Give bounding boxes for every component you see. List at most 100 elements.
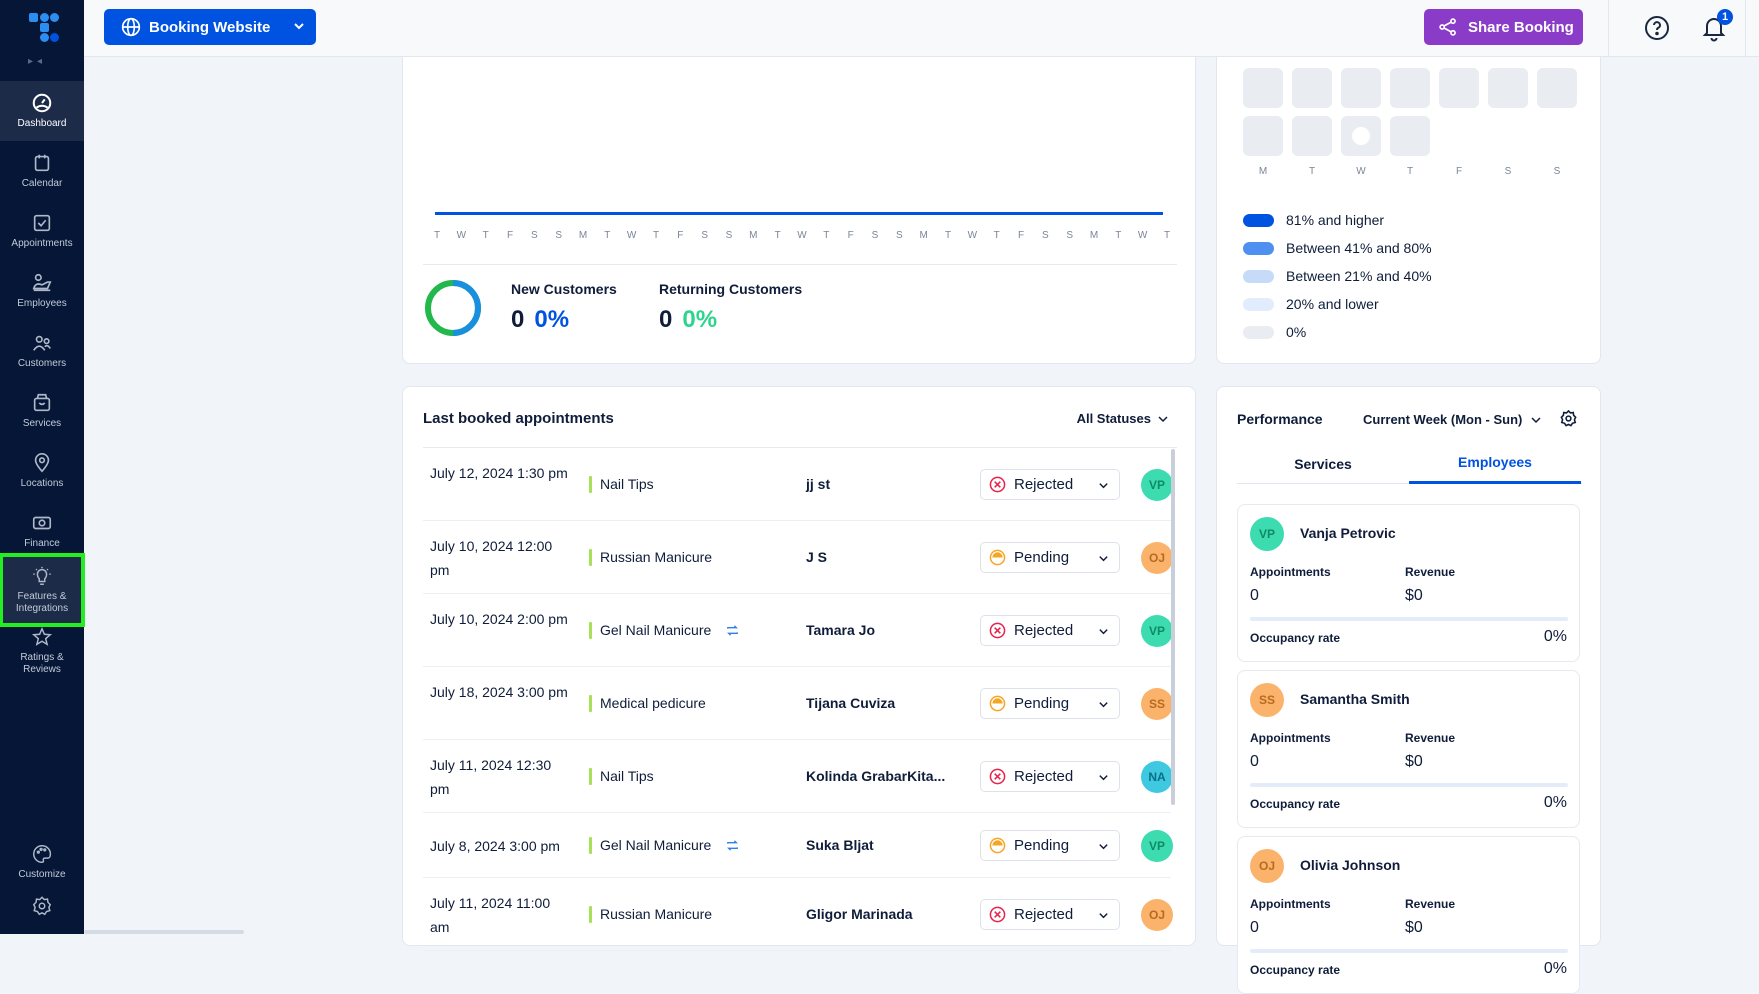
employee-performance-card[interactable]: VP Vanja Petrovic Appointments Revenue 0 $0 Oc…: [1237, 504, 1580, 662]
status-dropdown[interactable]: Pending: [980, 541, 1120, 573]
collapse-sidebar-icon[interactable]: ▸◂: [28, 56, 46, 67]
period-dropdown[interactable]: Current Week (Mon - Sun): [1363, 412, 1542, 427]
heatmap-cell[interactable]: [1390, 68, 1430, 108]
chevron-down-icon: [1158, 415, 1168, 422]
horizontal-scrollbar[interactable]: [84, 930, 244, 934]
rejected-status-icon: [989, 622, 1006, 638]
appointment-service: Nail Tips: [589, 767, 654, 785]
heatmap-day-label: T: [1406, 166, 1414, 177]
appointment-date: July 11, 2024 11:00 am: [430, 894, 551, 935]
heatmap-cell[interactable]: [1292, 116, 1332, 156]
status-dropdown[interactable]: Rejected: [980, 760, 1120, 792]
sidebar-item-ratings-reviews[interactable]: Ratings & Reviews: [0, 620, 84, 682]
appointment-row[interactable]: July 10, 2024 2:00 pm Gel Nail Manicure Ta…: [423, 594, 1173, 667]
appointment-customer: Suka Bljat: [806, 836, 874, 853]
share-booking-button[interactable]: Share Booking: [1424, 9, 1583, 45]
sidebar-item-finance[interactable]: Finance: [0, 501, 84, 561]
performance-card: Performance Current Week (Mon - Sun) Ser…: [1216, 386, 1601, 994]
appointment-row[interactable]: July 12, 2024 1:30 pm Nail Tips jj st Rejec…: [423, 448, 1173, 521]
chevron-down-icon: [1099, 555, 1108, 561]
status-dropdown[interactable]: Rejected: [980, 614, 1120, 646]
appointment-row[interactable]: July 10, 2024 12:00 pm Russian Manicure J …: [423, 521, 1173, 594]
status-label: Pending: [1014, 694, 1070, 712]
finance-icon: [32, 516, 52, 530]
recurring-icon: [727, 624, 739, 636]
employee-avatar: VP: [1141, 829, 1173, 862]
status-dropdown[interactable]: Pending: [980, 829, 1120, 861]
status-filter-dropdown[interactable]: All Statuses: [1077, 411, 1169, 426]
chart-x-tick-label: M: [749, 230, 758, 241]
returning-customers-percent: 0%: [682, 306, 718, 333]
new-customers-stat: New Customers 0 0%: [511, 281, 617, 334]
sidebar-item-employees[interactable]: Employees: [0, 261, 84, 321]
chevron-down-icon: [1099, 701, 1108, 707]
sidebar-item-appointments[interactable]: Appointments: [0, 201, 84, 261]
status-dropdown[interactable]: Rejected: [980, 468, 1120, 500]
recurring-icon: [727, 839, 739, 851]
heatmap-day-label: T: [1308, 166, 1316, 177]
heatmap-cell[interactable]: [1537, 68, 1577, 108]
appointment-customer: Tijana Cuviza: [806, 694, 896, 711]
appointment-row[interactable]: July 8, 2024 3:00 pm Gel Nail Manicure Suk…: [423, 813, 1173, 878]
appointment-row[interactable]: July 11, 2024 12:30 pm Nail Tips Kolinda G…: [423, 740, 1173, 813]
performance-settings-gear-icon[interactable]: [1559, 409, 1578, 428]
sidebar-item-customers[interactable]: Customers: [0, 321, 84, 381]
heatmap-cell[interactable]: [1341, 68, 1381, 108]
appointment-date: July 10, 2024 12:00 pm: [430, 537, 553, 578]
employee-name: Olivia Johnson: [1300, 857, 1401, 873]
legend-label: Between 41% and 80%: [1286, 240, 1432, 256]
chart-x-tick-label: M: [919, 230, 928, 241]
sidebar-item-label: Features &: [17, 591, 67, 602]
sidebar-item-dashboard[interactable]: Dashboard: [0, 81, 84, 141]
status-dropdown[interactable]: Pending: [980, 687, 1120, 719]
chart-x-tick-label: T: [652, 230, 660, 241]
chart-x-tick-label: F: [1017, 230, 1025, 241]
heatmap-cell[interactable]: [1488, 68, 1528, 108]
chart-x-tick-label: F: [677, 230, 684, 241]
heatmap-cell[interactable]: [1390, 116, 1430, 156]
sidebar-item-features-integrations[interactable]: Features & Integrations: [0, 553, 85, 627]
sidebar-item-calendar[interactable]: Calendar: [0, 141, 84, 201]
heatmap-cell[interactable]: [1292, 68, 1332, 108]
heatmap-cell[interactable]: [1243, 116, 1283, 156]
status-dropdown[interactable]: Rejected: [980, 898, 1120, 930]
employee-performance-card[interactable]: SS Samantha Smith Appointments Revenue 0 $0 Oc…: [1237, 670, 1580, 828]
tab-employees[interactable]: Employees: [1409, 443, 1581, 484]
appointment-row[interactable]: July 11, 2024 11:00 am Russian Manicure Gl…: [423, 878, 1173, 951]
status-filter-label: All Statuses: [1076, 411, 1151, 426]
chart-x-tick-label: W: [797, 230, 807, 241]
appointment-row[interactable]: July 18, 2024 3:00 pm Medical pedicure Tij…: [423, 667, 1173, 740]
heatmap-day-label: S: [1553, 166, 1561, 177]
today-marker: [1352, 127, 1370, 145]
tab-services[interactable]: Services: [1237, 443, 1409, 484]
returning-customers-count: 0: [659, 306, 673, 333]
divider: [1608, 0, 1609, 57]
booking-website-dropdown[interactable]: Booking Website: [104, 9, 316, 45]
legend-label: Between 21% and 40%: [1286, 268, 1432, 284]
appointments-scrollbar[interactable]: [1171, 449, 1175, 805]
heatmap-cell[interactable]: [1243, 68, 1283, 108]
heatmap-cell[interactable]: [1439, 68, 1479, 108]
employee-performance-card[interactable]: OJ Olivia Johnson Appointments Revenue 0 $0 Oc…: [1237, 836, 1580, 994]
sidebar-item-locations[interactable]: Locations: [0, 441, 84, 501]
service-color-bar: [589, 694, 592, 712]
occupancy-label: Occupancy rate: [1250, 963, 1341, 977]
heatmap-cell-today[interactable]: [1341, 116, 1381, 156]
chart-x-tick-label: T: [1115, 230, 1122, 241]
heatmap-legend-item: Between 21% and 40%: [1243, 266, 1432, 286]
app-logo[interactable]: [0, 0, 84, 80]
sidebar-item-label: Dashboard: [17, 118, 67, 129]
pending-status-icon: [989, 549, 1006, 565]
occupancy-value: 0%: [1543, 960, 1567, 977]
chevron-down-icon: [1099, 912, 1108, 918]
sidebar-item-settings[interactable]: [0, 895, 84, 935]
chart-x-tick-label: S: [871, 230, 879, 241]
location-pin-icon: [34, 453, 50, 473]
chevron-down-icon: [1099, 628, 1108, 634]
performance-tabs: Services Employees: [1237, 443, 1582, 484]
star-icon: [31, 626, 53, 646]
occupancy-progress-bar: [1250, 617, 1568, 621]
sidebar-item-customize[interactable]: Customize: [0, 832, 84, 892]
sidebar-item-services[interactable]: Services: [0, 381, 84, 441]
help-icon[interactable]: [1644, 15, 1670, 41]
